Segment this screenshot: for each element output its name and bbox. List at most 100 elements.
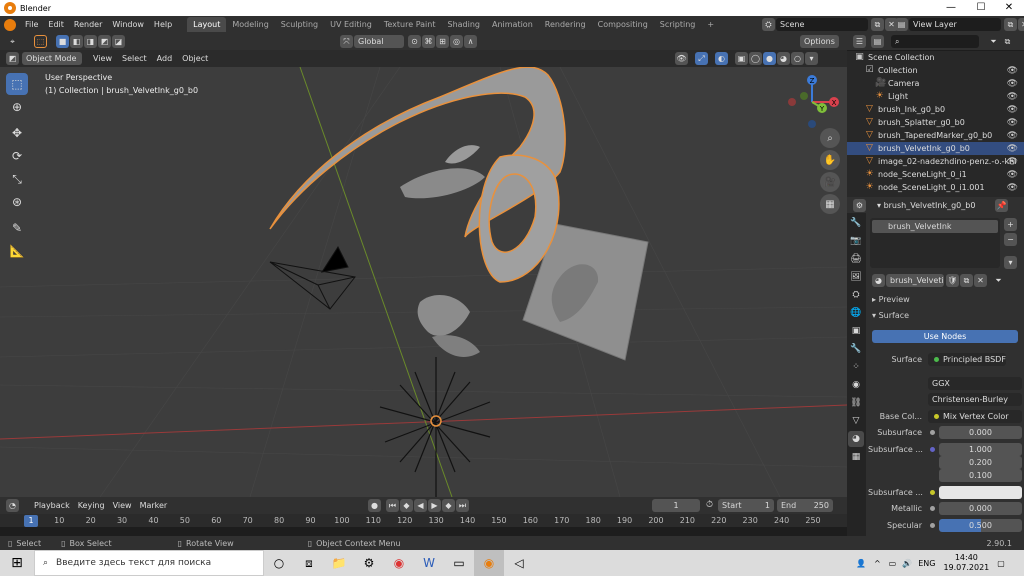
shading-solid-icon[interactable]: ● bbox=[763, 52, 776, 65]
texture-tab-icon[interactable]: ▦ bbox=[848, 449, 864, 465]
scene-icon[interactable]: ⛭ bbox=[762, 18, 775, 31]
outliner-row[interactable]: 🎥 Camera 👁 bbox=[847, 77, 1024, 90]
zoom-icon[interactable]: ⌕ bbox=[820, 128, 840, 148]
outliner-row[interactable]: ▽ brush_Ink_g0_b0 👁 bbox=[847, 103, 1024, 116]
visibility-eye-icon[interactable]: 👁 bbox=[1007, 105, 1018, 115]
shading-material-icon[interactable]: ◕ bbox=[777, 52, 790, 65]
new-collection-icon[interactable]: ⧉ bbox=[1001, 35, 1014, 48]
shading-rendered-icon[interactable]: ○ bbox=[791, 52, 804, 65]
orientation-icon[interactable]: ⤧ bbox=[340, 35, 353, 48]
tab-scripting[interactable]: Scripting bbox=[654, 17, 702, 32]
minimize-button[interactable]: — bbox=[936, 0, 966, 16]
ortho-grid-icon[interactable]: ▦ bbox=[820, 194, 840, 214]
playback-menu[interactable]: Playback bbox=[30, 499, 74, 512]
person-icon[interactable]: 👤 bbox=[856, 559, 866, 568]
visibility-icon[interactable]: 👁 bbox=[675, 52, 688, 65]
rotate-icon[interactable]: ⟳ bbox=[6, 145, 28, 167]
tab-sculpting[interactable]: Sculpting bbox=[275, 17, 324, 32]
chrome-icon[interactable]: ◉ bbox=[384, 550, 414, 576]
object-tab-icon[interactable]: ▣ bbox=[848, 323, 864, 339]
taskbar-search[interactable]: ⌕ Введите здесь текст для поиска bbox=[34, 550, 264, 576]
view-layer-icon[interactable]: ▤ bbox=[895, 18, 908, 31]
light-object[interactable] bbox=[379, 357, 491, 497]
radius-x-field[interactable]: 1.000 bbox=[939, 442, 1022, 456]
base-color-field[interactable]: Mix Vertex Color bbox=[928, 409, 1022, 423]
move-icon[interactable]: ✥ bbox=[6, 122, 28, 144]
select-box-icon[interactable]: ⬚ bbox=[34, 35, 47, 48]
physics-tab-icon[interactable]: ◉ bbox=[848, 377, 864, 393]
cortana-icon[interactable]: ○ bbox=[264, 550, 294, 576]
subsurface-color-swatch[interactable] bbox=[939, 485, 1022, 499]
mode-dropdown[interactable]: Object Mode bbox=[22, 52, 82, 65]
viewport-menu-add[interactable]: Add bbox=[152, 54, 178, 63]
modifier-tab-icon[interactable]: 🔧 bbox=[848, 341, 864, 357]
pan-hand-icon[interactable]: ✋ bbox=[820, 150, 840, 170]
record-icon[interactable]: ● bbox=[368, 499, 381, 512]
overlay-toggle-icon[interactable]: ◐ bbox=[715, 52, 728, 65]
display-mode-icon[interactable]: ▤ bbox=[871, 35, 884, 48]
subsurface-method-dropdown[interactable]: Christensen-Burley bbox=[928, 392, 1022, 406]
visibility-eye-icon[interactable]: 👁 bbox=[1007, 79, 1018, 89]
outliner-row[interactable]: ☀ Light 👁 bbox=[847, 90, 1024, 103]
tool-tab-icon[interactable]: 🔧 bbox=[848, 215, 864, 231]
tab-shading[interactable]: Shading bbox=[441, 17, 486, 32]
visibility-eye-icon[interactable]: 👁 bbox=[1007, 92, 1018, 102]
timeline-ruler[interactable]: 1 10 20 30 40 50 60 70 80 90 100 110 120 130 140 150 160… bbox=[0, 514, 847, 536]
link-filter-icon[interactable]: ⏷ bbox=[992, 274, 1005, 287]
tab-modeling[interactable]: Modeling bbox=[226, 17, 274, 32]
properties-editor-icon[interactable]: ⚙ bbox=[853, 199, 866, 212]
tab-texture-paint[interactable]: Texture Paint bbox=[378, 17, 442, 32]
orientation-dropdown[interactable]: Global bbox=[354, 35, 404, 48]
pivot-icon[interactable]: ⊙ bbox=[408, 35, 421, 48]
outliner-row[interactable]: ▽ brush_VelvetInk_g0_b0 👁 bbox=[847, 142, 1024, 155]
shading-options-icon[interactable]: ▾ bbox=[805, 52, 818, 65]
visibility-eye-icon[interactable]: 👁 bbox=[1007, 66, 1018, 76]
slot-menu-icon[interactable]: ▾ bbox=[1004, 256, 1017, 269]
prev-key-icon[interactable]: ◆ bbox=[400, 499, 413, 512]
new-scene-icon[interactable]: ⧉ bbox=[871, 18, 884, 31]
next-key-icon[interactable]: ◆ bbox=[442, 499, 455, 512]
outliner-row[interactable]: ☀ node_SceneLight_0_i1 👁 bbox=[847, 168, 1024, 181]
scale-icon[interactable]: ⤡ bbox=[6, 168, 28, 190]
tab-uv-editing[interactable]: UV Editing bbox=[324, 17, 378, 32]
outliner-row[interactable]: ▽ image_02-nadezhdino-penz.-o.-khi 👁 bbox=[847, 155, 1024, 168]
measure-icon[interactable]: 📐 bbox=[6, 240, 28, 262]
camera-view-icon[interactable]: 🎥 bbox=[820, 172, 840, 192]
outliner-row[interactable]: ▽ brush_TaperedMarker_g0_b0 👁 bbox=[847, 129, 1024, 142]
cursor-icon[interactable]: ⊕ bbox=[6, 96, 28, 118]
unity-icon[interactable]: ◁ bbox=[504, 550, 534, 576]
mode-invert-icon[interactable]: ◩ bbox=[98, 35, 111, 48]
outliner-editor-icon[interactable]: ☰ bbox=[853, 35, 866, 48]
viewport-menu-view[interactable]: View bbox=[88, 54, 117, 63]
windows-start-icon[interactable]: ⊞ bbox=[0, 550, 34, 576]
mode-intersect-icon[interactable]: ◪ bbox=[112, 35, 125, 48]
falloff-icon[interactable]: ∧ bbox=[464, 35, 477, 48]
options-dropdown[interactable]: Options bbox=[800, 35, 839, 48]
menu-window[interactable]: Window bbox=[107, 20, 149, 29]
play-icon[interactable]: ▶ bbox=[428, 499, 441, 512]
visibility-eye-icon[interactable]: 👁 bbox=[1007, 144, 1018, 154]
keying-menu[interactable]: Keying bbox=[74, 499, 109, 512]
mode-extend-icon[interactable]: ◧ bbox=[70, 35, 83, 48]
output-tab-icon[interactable]: 🖨 bbox=[848, 251, 864, 267]
material-browse-icon[interactable]: ◕ bbox=[872, 274, 885, 287]
material-slot-item[interactable]: brush_VelvetInk bbox=[872, 220, 998, 233]
jump-start-icon[interactable]: ⏮ bbox=[386, 499, 399, 512]
duplicate-material-icon[interactable]: ⧉ bbox=[960, 274, 973, 287]
proportional-icon[interactable]: ◎ bbox=[450, 35, 463, 48]
subsurface-field[interactable]: 0.000 bbox=[939, 425, 1022, 439]
view-layer-selector[interactable]: View Layer bbox=[909, 18, 1001, 31]
material-tab-icon[interactable]: ◕ bbox=[848, 431, 864, 447]
select-tool-icon[interactable]: ⬚ bbox=[6, 73, 28, 95]
outliner-row[interactable]: ▽ brush_Splatter_g0_b0 👁 bbox=[847, 116, 1024, 129]
clock[interactable]: 14:40 19.07.2021 bbox=[943, 553, 989, 573]
visibility-eye-icon[interactable]: 👁 bbox=[1007, 183, 1018, 193]
specular-slider[interactable]: 0.500 bbox=[939, 518, 1022, 532]
distribution-dropdown[interactable]: GGX bbox=[928, 376, 1022, 390]
scene-tab-icon[interactable]: ⛭ bbox=[848, 287, 864, 303]
world-tab-icon[interactable]: 🌐 bbox=[848, 305, 864, 321]
play-reverse-icon[interactable]: ◀ bbox=[414, 499, 427, 512]
camera-object[interactable] bbox=[269, 245, 356, 310]
close-button[interactable]: ✕ bbox=[994, 0, 1024, 16]
blender-taskbar-icon[interactable]: ◉ bbox=[474, 550, 504, 576]
